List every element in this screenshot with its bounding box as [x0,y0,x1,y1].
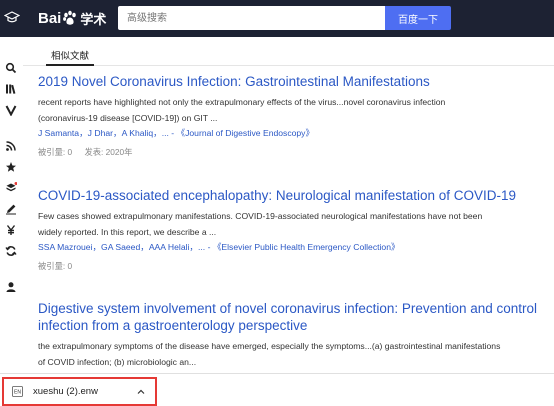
cited-count: 被引量: 0 [38,261,73,271]
graduation-cap-icon[interactable] [4,9,20,25]
logo-text-bai: Bai [38,9,62,27]
result-abstract-line: Few cases showed extrapulmonary manifest… [38,211,483,221]
search-icon[interactable] [5,62,17,74]
publish-date: 发表: 2020年 [84,147,133,157]
result-abstract-line: the extrapulmonary symptoms of the disea… [38,341,501,351]
cube-icon[interactable] [5,182,17,194]
result-abstract: recent reports have highlighted not only… [38,94,445,126]
logo-text-xueshu: 学术 [80,11,107,27]
result-item: Digestive system involvement of novel co… [38,300,537,370]
result-title-line: infection from a gastroenterology perspe… [38,318,308,333]
chevron-up-icon[interactable] [137,388,145,396]
result-title-line: Digestive system involvement of novel co… [38,301,537,316]
star-icon[interactable] [5,161,17,173]
result-abstract-line: widely reported. In this report, we desc… [38,227,217,237]
active-tab-indicator [46,64,94,66]
download-item[interactable]: EN xueshu (2).enw [2,377,157,406]
left-sidebar [0,37,23,406]
enw-file-icon: EN [12,386,23,397]
result-title-link[interactable]: COVID-19-associated encephalopathy: Neur… [38,187,516,204]
tab-similar-papers[interactable]: 相似文献 [51,48,89,62]
result-item: COVID-19-associated encephalopathy: Neur… [38,187,516,273]
v-icon[interactable] [5,104,17,116]
top-header: Bai 学术 百度一下 [0,0,554,37]
result-meta: 被引量: 0 发表: 2020年 [38,146,445,159]
result-abstract: the extrapulmonary symptoms of the disea… [38,338,537,370]
refresh-icon[interactable] [5,245,17,257]
rss-icon[interactable] [5,140,17,152]
baidu-paw-icon [63,10,77,25]
search-button[interactable]: 百度一下 [385,6,451,30]
result-authors[interactable]: SSA Mazrouei，GA Saeed，AAA Helali，... - 《… [38,241,516,254]
result-title-link[interactable]: Digestive system involvement of novel co… [38,300,537,334]
library-icon[interactable] [5,83,17,95]
download-bar: EN xueshu (2).enw [0,373,554,406]
tab-bar: 相似文献 [23,37,554,66]
result-title-link[interactable]: 2019 Novel Coronavirus Infection: Gastro… [38,73,445,90]
search-input[interactable] [118,6,385,30]
pen-icon[interactable] [5,203,17,215]
result-meta: 被引量: 0 [38,260,516,273]
baidu-xueshu-logo[interactable]: Bai 学术 [38,7,106,29]
result-authors[interactable]: J Samanta，J Dhar，A Khaliq，... - 《Journal… [38,127,445,140]
file-badge-text: EN [14,390,21,396]
result-abstract-line: (coronavirus-19 disease [COVID-19]) on G… [38,113,218,123]
yen-icon[interactable] [5,224,17,236]
result-abstract: Few cases showed extrapulmonary manifest… [38,208,516,240]
user-icon[interactable] [5,281,17,293]
result-abstract-line: recent reports have highlighted not only… [38,97,446,107]
cited-count: 被引量: 0 [38,147,73,157]
result-abstract-line: of COVID infection; (b) microbiologic an… [38,357,197,367]
download-file-name: xueshu (2).enw [33,386,98,397]
result-item: 2019 Novel Coronavirus Infection: Gastro… [38,73,445,159]
